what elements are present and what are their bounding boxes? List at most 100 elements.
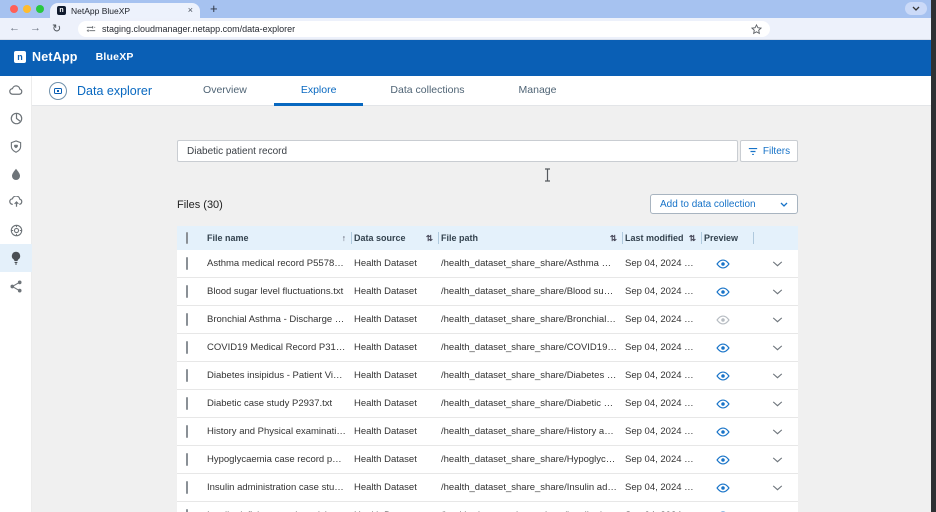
preview-cell[interactable] (704, 287, 756, 297)
gear-control-icon (10, 224, 23, 237)
preview-eye-icon[interactable] (716, 399, 730, 409)
bookmark-star-icon[interactable] (751, 24, 762, 35)
column-label: Data source (354, 233, 406, 243)
add-to-data-collection-dropdown[interactable]: Add to data collection (650, 194, 798, 214)
sort-icon[interactable]: ⇅ (606, 233, 617, 244)
file-name: Diabetes insipidus - Patient Visit... (207, 370, 354, 381)
window-close-button[interactable] (10, 5, 18, 13)
expand-row-button[interactable] (756, 373, 798, 379)
cloud-storage-icon (9, 84, 24, 96)
preview-eye-icon[interactable] (716, 455, 730, 465)
preview-cell[interactable] (704, 371, 756, 381)
chevron-down-icon (772, 289, 783, 295)
expand-row-button[interactable] (756, 485, 798, 491)
filters-button[interactable]: Filters (740, 140, 798, 162)
preview-eye-icon[interactable] (716, 259, 730, 269)
tab-data-collections[interactable]: Data collections (363, 76, 491, 106)
reload-icon[interactable]: ↻ (52, 22, 61, 35)
bulb-insights-icon (11, 251, 21, 265)
sidebar-item-shield-protection[interactable] (0, 132, 32, 160)
window-zoom-button[interactable] (36, 5, 44, 13)
tab-explore[interactable]: Explore (274, 76, 364, 106)
data-source: Health Dataset (354, 258, 441, 269)
column-header-file-name[interactable]: File name↑ (207, 226, 354, 250)
row-checkbox[interactable] (186, 313, 188, 326)
data-source: Health Dataset (354, 426, 441, 437)
select-all-checkbox[interactable] (186, 232, 188, 244)
row-checkbox[interactable] (186, 481, 188, 494)
tab-overview[interactable]: Overview (176, 76, 274, 106)
sort-icon[interactable]: ⇅ (422, 233, 433, 244)
browser-tab[interactable]: n NetApp BlueXP × (50, 3, 200, 18)
preview-cell[interactable] (704, 343, 756, 353)
sidebar-item-gear-control[interactable] (0, 216, 32, 244)
search-input[interactable]: Diabetic patient record (177, 140, 738, 162)
tab-search-caret-button[interactable] (905, 2, 927, 15)
file-name: Diabetic case study P2937.txt (207, 398, 354, 409)
row-checkbox[interactable] (186, 285, 188, 298)
expand-row-button[interactable] (756, 317, 798, 323)
preview-cell[interactable] (704, 483, 756, 493)
sidebar-item-share-governance[interactable] (0, 272, 32, 300)
address-bar[interactable]: staging.cloudmanager.netapp.com/data-exp… (78, 21, 770, 37)
preview-eye-icon[interactable] (716, 287, 730, 297)
row-checkbox[interactable] (186, 397, 188, 410)
expand-row-button[interactable] (756, 289, 798, 295)
table-row: COVID19 Medical Record P3131.txtHealth D… (177, 334, 798, 362)
column-header-file-path[interactable]: File path ⇅ (441, 226, 625, 250)
expand-row-button[interactable] (756, 457, 798, 463)
sort-asc-icon[interactable]: ↑ (338, 233, 346, 243)
content-area: Diabetic patient record Filters Files (3… (32, 106, 931, 512)
column-header-last-modified[interactable]: Last modified⇅ (625, 226, 704, 250)
left-sidebar (0, 76, 32, 512)
tab-manage[interactable]: Manage (492, 76, 584, 106)
file-name: Blood sugar level fluctuations.txt (207, 286, 354, 297)
expand-row-button[interactable] (756, 429, 798, 435)
sidebar-item-health-chart[interactable] (0, 104, 32, 132)
preview-eye-icon[interactable] (716, 315, 730, 325)
preview-cell[interactable] (704, 455, 756, 465)
preview-eye-icon[interactable] (716, 343, 730, 353)
sidebar-item-bulb-insights[interactable] (0, 244, 32, 272)
column-header-preview[interactable]: Preview (704, 226, 756, 250)
bluexp-header: n NetApp BlueXP BlueXP Search Organizati… (0, 40, 936, 76)
back-icon[interactable]: ← (9, 22, 20, 34)
row-checkbox[interactable] (186, 341, 188, 354)
preview-eye-icon[interactable] (716, 371, 730, 381)
row-checkbox-cell (177, 482, 207, 493)
preview-cell[interactable] (704, 427, 756, 437)
chevron-down-icon (772, 457, 783, 463)
preview-cell[interactable] (704, 259, 756, 269)
sidebar-item-cloud-sync[interactable] (0, 188, 32, 216)
row-checkbox[interactable] (186, 453, 188, 466)
forward-icon[interactable]: → (30, 22, 41, 34)
sidebar-item-cloud-storage[interactable] (0, 76, 32, 104)
column-divider (622, 232, 623, 244)
row-checkbox[interactable] (186, 369, 188, 382)
preview-cell[interactable] (704, 399, 756, 409)
tab-close-icon[interactable]: × (188, 6, 193, 15)
file-name: COVID19 Medical Record P3131.txt (207, 342, 354, 353)
expand-row-button[interactable] (756, 345, 798, 351)
new-tab-button[interactable]: + (210, 1, 218, 16)
filters-label: Filters (763, 146, 790, 157)
column-header-data-source[interactable]: Data source ⇅ (354, 226, 441, 250)
file-path: /health_dataset_share_share/Bronchial As… (441, 314, 625, 325)
chevron-down-icon (780, 202, 788, 207)
data-source: Health Dataset (354, 370, 441, 381)
row-checkbox[interactable] (186, 425, 188, 438)
column-label: File path (441, 233, 478, 243)
sort-icon[interactable]: ⇅ (685, 233, 696, 244)
site-settings-icon[interactable] (86, 24, 96, 34)
preview-eye-icon[interactable] (716, 427, 730, 437)
header-checkbox-cell (177, 233, 207, 243)
netapp-favicon-icon: n (57, 6, 66, 15)
expand-row-button[interactable] (756, 261, 798, 267)
row-checkbox[interactable] (186, 257, 188, 270)
data-source: Health Dataset (354, 482, 441, 493)
preview-eye-icon[interactable] (716, 483, 730, 493)
search-input-value: Diabetic patient record (187, 146, 287, 157)
sidebar-item-drop-mobility[interactable] (0, 160, 32, 188)
window-minimize-button[interactable] (23, 5, 31, 13)
expand-row-button[interactable] (756, 401, 798, 407)
